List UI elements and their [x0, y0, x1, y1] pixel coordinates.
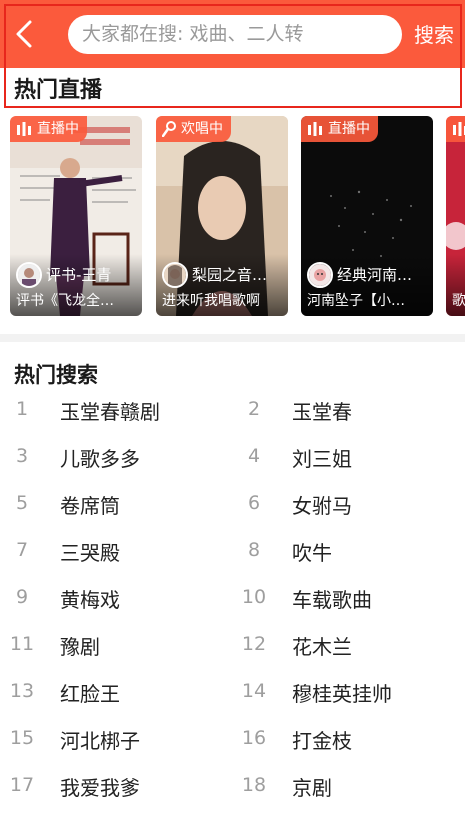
live-bars-icon: [453, 122, 465, 136]
search-term: 玉堂春赣剧: [60, 400, 160, 424]
hot-search-item[interactable]: 17 我爱我爹: [0, 766, 230, 806]
search-term: 京剧: [292, 776, 332, 800]
hot-search-item[interactable]: 5 卷席筒: [0, 484, 230, 524]
live-description: 歌: [452, 293, 465, 309]
host-name: 梨园之音…: [192, 266, 268, 284]
rank-number: 10: [241, 586, 267, 608]
live-bars-icon: [308, 122, 322, 136]
live-card[interactable]: 直播中 经典河南… 河南坠子【小…: [301, 116, 433, 316]
rank-number: 12: [241, 633, 267, 655]
rank-number: 8: [247, 539, 261, 561]
live-bars-icon: [17, 122, 31, 136]
chevron-left-icon: [16, 20, 32, 48]
search-term: 花木兰: [292, 635, 352, 659]
search-term: 刘三姐: [292, 447, 352, 471]
live-badge: 欢唱中: [156, 116, 231, 142]
badge-label: 欢唱中: [181, 121, 223, 137]
section-title-hot-search: 热门搜索: [14, 363, 98, 387]
search-term: 红脸王: [60, 682, 120, 706]
rank-number: 11: [9, 633, 35, 655]
search-term: 黄梅戏: [60, 588, 120, 612]
badge-label: 直播中: [37, 121, 79, 137]
search-term: 吹牛: [292, 541, 332, 565]
live-card-row[interactable]: 直播中 评书-王青 评书《飞龙全… 欢唱中 梨园之音… 进来听我唱歌啊 直播中 …: [0, 116, 465, 316]
hot-search-item[interactable]: 18 京剧: [232, 766, 462, 806]
hot-search-item[interactable]: 11 豫剧: [0, 625, 230, 665]
rank-number: 3: [15, 445, 29, 467]
hot-search-item[interactable]: 14 穆桂英挂帅: [232, 672, 462, 712]
rank-number: 17: [9, 774, 35, 796]
live-card[interactable]: 直播中 评书-王青 评书《飞龙全…: [10, 116, 142, 316]
search-term: 穆桂英挂帅: [292, 682, 392, 706]
hot-search-item[interactable]: 8 吹牛: [232, 531, 462, 571]
rank-number: 7: [15, 539, 29, 561]
search-button[interactable]: 搜索: [414, 20, 462, 50]
rank-number: 9: [15, 586, 29, 608]
rank-number: 1: [15, 398, 29, 420]
hot-search-item[interactable]: 7 三哭殿: [0, 531, 230, 571]
search-input[interactable]: 大家都在搜: 戏曲、二人转: [68, 15, 402, 54]
live-description: 河南坠子【小…: [307, 293, 405, 309]
microphone-icon: [162, 121, 176, 137]
live-card[interactable]: 欢唱中 梨园之音… 进来听我唱歌啊: [156, 116, 288, 316]
hot-search-item[interactable]: 16 打金枝: [232, 719, 462, 759]
hot-search-item[interactable]: 2 玉堂春: [232, 390, 462, 430]
hot-search-item[interactable]: 12 花木兰: [232, 625, 462, 665]
hot-search-item[interactable]: 9 黄梅戏: [0, 578, 230, 618]
search-header: 大家都在搜: 戏曲、二人转 搜索: [0, 0, 465, 68]
hot-search-item[interactable]: 4 刘三姐: [232, 437, 462, 477]
search-term: 我爱我爹: [60, 776, 140, 800]
search-term: 车载歌曲: [292, 588, 372, 612]
hot-search-item[interactable]: 1 玉堂春赣剧: [0, 390, 230, 430]
section-divider: [0, 334, 465, 342]
search-term: 女驸马: [292, 494, 352, 518]
live-badge: 直播中: [10, 116, 87, 142]
rank-number: 15: [9, 727, 35, 749]
live-badge: 直播中: [301, 116, 378, 142]
rank-number: 16: [241, 727, 267, 749]
host-name: 经典河南…: [337, 266, 413, 284]
hot-search-item[interactable]: 6 女驸马: [232, 484, 462, 524]
rank-number: 4: [247, 445, 261, 467]
search-term: 河北梆子: [60, 729, 140, 753]
hot-search-item[interactable]: 15 河北梆子: [0, 719, 230, 759]
rank-number: 5: [15, 492, 29, 514]
live-badge: [446, 116, 465, 142]
hot-search-item[interactable]: 13 红脸王: [0, 672, 230, 712]
search-term: 卷席筒: [60, 494, 120, 518]
back-button[interactable]: [10, 18, 40, 50]
host-name: 评书-王青: [46, 266, 112, 284]
search-term: 玉堂春: [292, 400, 352, 424]
avatar: [162, 262, 188, 288]
search-term: 打金枝: [292, 729, 352, 753]
rank-number: 13: [9, 680, 35, 702]
rank-number: 14: [241, 680, 267, 702]
rank-number: 18: [241, 774, 267, 796]
hot-search-item[interactable]: 10 车载歌曲: [232, 578, 462, 618]
live-description: 进来听我唱歌啊: [162, 293, 260, 309]
badge-label: 直播中: [328, 121, 370, 137]
search-term: 儿歌多多: [60, 447, 140, 471]
avatar: [16, 262, 42, 288]
search-term: 豫剧: [60, 635, 100, 659]
rank-number: 2: [247, 398, 261, 420]
rank-number: 6: [247, 492, 261, 514]
live-card[interactable]: 歌: [446, 116, 465, 316]
hot-search-item[interactable]: 3 儿歌多多: [0, 437, 230, 477]
avatar: [307, 262, 333, 288]
live-description: 评书《飞龙全…: [16, 293, 114, 309]
section-title-hot-live: 热门直播: [14, 78, 103, 103]
search-term: 三哭殿: [60, 541, 120, 565]
